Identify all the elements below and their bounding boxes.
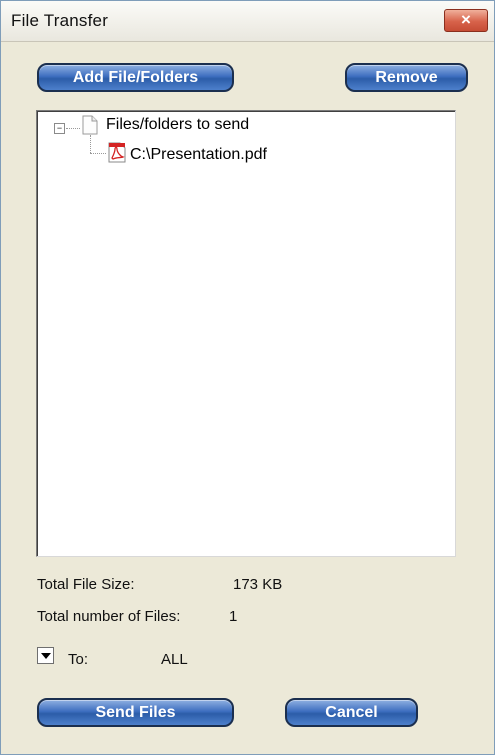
window-title: File Transfer [11,11,109,30]
send-files-button[interactable]: Send Files [37,698,234,727]
total-size-label: Total File Size: [37,576,135,593]
tree-connector-line [66,128,80,129]
tree-connector-line [90,153,106,154]
file-count-value: 1 [229,608,238,625]
close-button[interactable]: × [444,9,488,32]
remove-button[interactable]: Remove [345,63,468,92]
tree-file-item[interactable]: C:\Presentation.pdf [130,146,267,164]
add-file-folders-button[interactable]: Add File/Folders [37,63,234,92]
file-tree[interactable]: − Files/folders to send C:\Presentation.… [36,110,456,557]
recipient-value: ALL [161,651,188,668]
cancel-button[interactable]: Cancel [285,698,418,727]
file-transfer-window: File Transfer × Add File/Folders Remove … [0,0,495,755]
pdf-icon [108,142,126,163]
total-size-value: 173 KB [233,576,283,593]
close-icon: × [461,10,471,29]
title-bar[interactable]: File Transfer × [1,1,494,42]
tree-connector-line [90,135,91,153]
file-count-label: Total number of Files: [37,608,181,625]
tree-expander-minus-icon[interactable]: − [54,123,65,134]
to-label: To: [68,651,89,668]
recipient-dropdown-arrow-icon[interactable] [37,647,54,664]
tree-root-label[interactable]: Files/folders to send [106,116,249,134]
document-icon [82,115,98,135]
